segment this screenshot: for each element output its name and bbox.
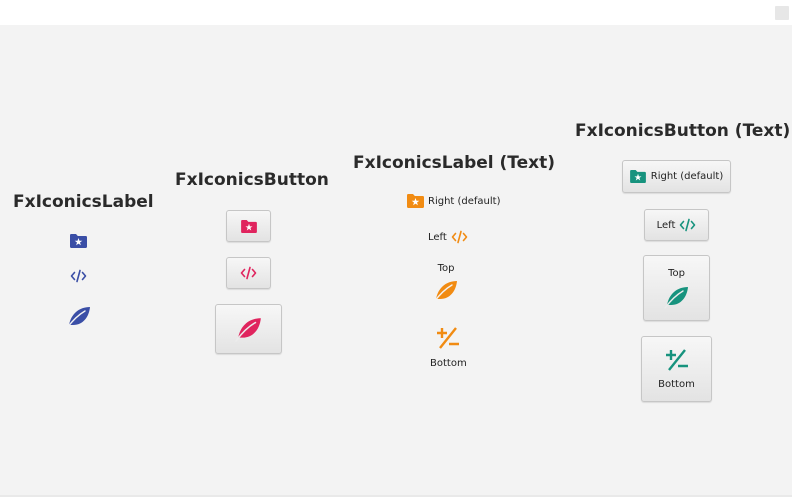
folder-star-icon <box>629 170 646 183</box>
leaf-button[interactable] <box>215 304 282 354</box>
label-text-right: Right (default) <box>428 195 501 207</box>
label-text-left: Left <box>428 231 447 243</box>
label-top: Top <box>433 263 459 303</box>
leaf-icon <box>66 307 90 329</box>
label-right-default: Right (default) <box>407 194 501 208</box>
heading-fxiconics-button: FxIconicsButton <box>175 170 329 190</box>
button-text-left: Left <box>656 219 676 231</box>
code-button[interactable] <box>226 257 271 289</box>
folder-star-button[interactable] <box>226 210 271 242</box>
code-icon <box>451 230 468 244</box>
heading-fxiconics-label-text: FxIconicsLabel (Text) <box>353 153 556 173</box>
window-control-button[interactable] <box>775 6 789 20</box>
label-bottom: Bottom <box>430 326 467 369</box>
label-text-top: Top <box>437 263 455 274</box>
code-icon <box>240 266 257 280</box>
leaf-icon <box>663 286 688 309</box>
folder-star-icon <box>407 194 424 208</box>
label-text-bottom: Bottom <box>430 358 467 369</box>
leaf-icon <box>433 281 457 303</box>
button-left[interactable]: Left <box>644 209 709 241</box>
heading-fxiconics-button-text: FxIconicsButton (Text) <box>575 121 791 141</box>
folder-star-icon <box>70 234 87 248</box>
button-text-bottom: Bottom <box>658 379 695 390</box>
button-text-top: Top <box>668 267 685 279</box>
plus-minus-icon <box>437 327 460 349</box>
leaf-icon <box>234 318 261 342</box>
code-icon <box>70 269 87 283</box>
button-bottom[interactable]: Bottom <box>641 336 712 402</box>
folder-star-icon <box>240 219 257 233</box>
window-titlebar <box>0 0 792 25</box>
plus-minus-icon <box>665 349 688 371</box>
code-icon <box>680 218 696 232</box>
button-top[interactable]: Top <box>643 255 710 321</box>
button-text-right: Right (default) <box>650 171 724 182</box>
label-left: Left <box>428 230 468 244</box>
heading-fxiconics-label: FxIconicsLabel <box>13 192 154 212</box>
button-right-default[interactable]: Right (default) <box>622 160 731 193</box>
